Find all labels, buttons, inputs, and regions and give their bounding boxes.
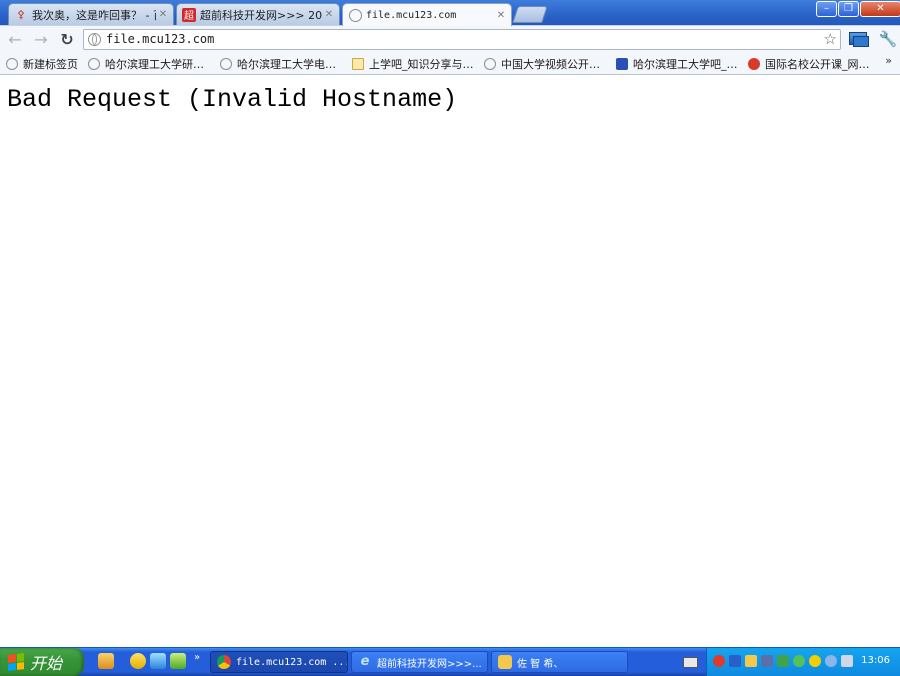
network-icon[interactable]: [729, 655, 741, 667]
globe-icon: [348, 8, 362, 22]
keyboard-icon[interactable]: [683, 657, 698, 668]
school-icon: [352, 57, 364, 70]
bookmarks-overflow-button[interactable]: »: [885, 54, 892, 67]
restore-button[interactable]: ❐: [838, 1, 859, 17]
windows-flag-icon: [8, 653, 24, 671]
ime-icon[interactable]: [745, 655, 757, 667]
tab-title: file.mcu123.com: [366, 9, 457, 21]
security-icon[interactable]: [777, 655, 789, 667]
reload-button[interactable]: ↻: [58, 31, 76, 49]
tab-2[interactable]: 超 超前科技开发网>>> 2012- ✕: [176, 3, 340, 25]
bookmark-star-icon[interactable]: ☆: [824, 31, 837, 48]
forward-button[interactable]: →: [32, 31, 50, 49]
error-heading: Bad Request (Invalid Hostname): [7, 85, 458, 114]
netease-icon: [748, 57, 760, 70]
bookmark-item[interactable]: 国际名校公开课_网…: [748, 56, 870, 71]
tab-title: 超前科技开发网>>> 2012-: [200, 8, 322, 22]
globe-icon: [88, 57, 100, 70]
tab-title: 我次奥，这是咋回事？ - 百: [32, 8, 156, 22]
tray-app-icon[interactable]: [825, 655, 837, 667]
browser-toolbar: ← → ↻ file.mcu123.com ☆ 🔧: [0, 25, 900, 54]
display-icon[interactable]: [841, 655, 853, 667]
close-window-button[interactable]: ✕: [860, 1, 900, 17]
taskbar: 开始 » file.mcu123.com ... e 超前科技开发网>>>...…: [0, 647, 900, 676]
ie-icon: e: [360, 654, 370, 669]
close-tab-icon[interactable]: ✕: [156, 9, 170, 20]
bookmark-item[interactable]: 上学吧_知识分享与…: [352, 56, 474, 71]
bookmark-label: 国际名校公开课_网…: [765, 57, 870, 71]
quicklaunch-more-button[interactable]: »: [194, 652, 200, 663]
bookmark-label: 中国大学视频公开…: [501, 57, 600, 71]
bookmark-label: 新建标签页: [23, 57, 78, 71]
start-label: 开始: [30, 654, 63, 673]
globe-icon: [220, 57, 232, 70]
screen-capture-icon[interactable]: [848, 30, 869, 49]
taskbar-item-label: 超前科技开发网>>>...: [377, 658, 482, 670]
chao-logo-icon: 超: [182, 7, 196, 22]
new-tab-button[interactable]: [512, 6, 548, 23]
chrome-icon: [217, 655, 231, 669]
address-bar[interactable]: file.mcu123.com ☆: [83, 29, 841, 50]
quicklaunch-app-icon[interactable]: [170, 653, 186, 669]
lamp-icon: ⚴: [16, 8, 26, 21]
bookmark-label: 哈尔滨理工大学电…: [237, 57, 336, 71]
tab-1[interactable]: ⚴ 我次奥，这是咋回事？ - 百 ✕: [8, 3, 174, 25]
system-tray: 13:06: [706, 648, 900, 676]
bookmark-item[interactable]: 哈尔滨理工大学吧_…: [616, 56, 738, 71]
bookmark-item[interactable]: 哈尔滨理工大学电…: [220, 56, 336, 71]
bookmark-label: 哈尔滨理工大学吧_…: [633, 57, 738, 71]
title-bar: ⚴ 我次奥，这是咋回事？ - 百 ✕ 超 超前科技开发网>>> 2012- ✕ …: [0, 0, 900, 26]
bookmark-label: 哈尔滨理工大学研…: [105, 57, 204, 71]
bookmark-item[interactable]: 哈尔滨理工大学研…: [88, 56, 204, 71]
tray-app-icon[interactable]: [809, 655, 821, 667]
qq-icon: [498, 655, 512, 669]
globe-icon: [6, 57, 18, 70]
page-content: Bad Request (Invalid Hostname): [0, 75, 900, 647]
bookmarks-bar: 新建标签页 哈尔滨理工大学研… 哈尔滨理工大学电… 上学吧_知识分享与… 中国大…: [0, 53, 900, 75]
start-button[interactable]: 开始: [0, 648, 84, 676]
baidu-paw-icon: [616, 57, 628, 70]
bookmark-item[interactable]: 新建标签页: [6, 56, 78, 71]
globe-icon: [88, 33, 101, 46]
close-tab-icon[interactable]: ✕: [322, 9, 336, 20]
clock[interactable]: 13:06: [861, 655, 890, 666]
taskbar-item-label: file.mcu123.com ...: [236, 656, 347, 668]
tab-3-active[interactable]: file.mcu123.com ✕: [342, 3, 512, 26]
taskbar-item-ie[interactable]: e 超前科技开发网>>>...: [351, 651, 488, 673]
quicklaunch-app-icon[interactable]: [98, 653, 114, 669]
update-icon[interactable]: [793, 655, 805, 667]
quicklaunch-app-icon[interactable]: [130, 653, 146, 669]
minimize-button[interactable]: –: [816, 1, 837, 17]
wrench-icon[interactable]: 🔧: [878, 30, 898, 49]
back-button[interactable]: ←: [6, 31, 24, 49]
taskbar-item-chrome[interactable]: file.mcu123.com ...: [210, 651, 348, 673]
close-tab-icon[interactable]: ✕: [494, 10, 508, 21]
bookmark-item[interactable]: 中国大学视频公开…: [484, 56, 600, 71]
bookmark-label: 上学吧_知识分享与…: [369, 57, 474, 71]
quicklaunch-app-icon[interactable]: [150, 653, 166, 669]
address-url[interactable]: file.mcu123.com: [106, 32, 214, 46]
volume-icon[interactable]: [761, 655, 773, 667]
globe-icon: [484, 57, 496, 70]
taskbar-item-label: 佐 智 希、: [517, 658, 564, 670]
taskbar-item-qq[interactable]: 佐 智 希、: [491, 651, 628, 673]
qq-tray-icon[interactable]: [713, 655, 725, 667]
